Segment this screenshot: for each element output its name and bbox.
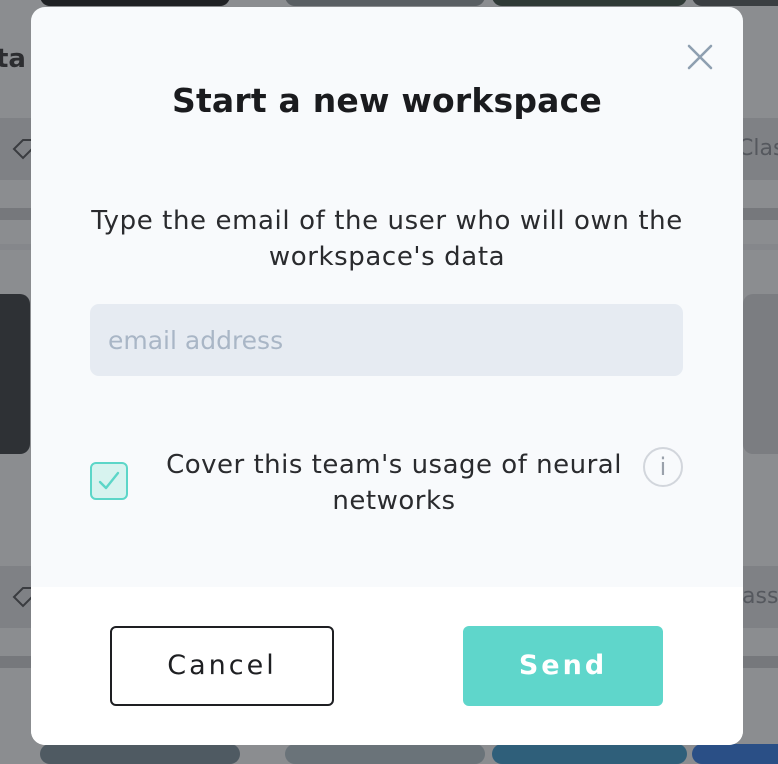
modal-title: Start a new workspace — [171, 81, 602, 120]
new-workspace-modal: Start a new workspace Type the email of … — [31, 7, 743, 745]
cover-usage-checkbox[interactable] — [90, 462, 128, 500]
background-image-tile — [40, 744, 240, 764]
checkbox-label: Cover this team's usage of neural networ… — [166, 450, 622, 516]
background-image-tile — [0, 294, 30, 454]
background-image-tile — [692, 744, 778, 764]
background-tag-label: Clas — [738, 136, 778, 161]
instruction-text: Type the email of the user who will own … — [91, 206, 683, 272]
background-image-tile — [743, 294, 778, 454]
close-icon[interactable] — [686, 43, 714, 71]
email-field[interactable] — [90, 304, 683, 376]
cancel-button[interactable]: Cancel — [110, 626, 334, 706]
background-image-tile — [492, 0, 687, 6]
info-icon[interactable]: i — [643, 447, 683, 487]
background-image-tile — [492, 744, 687, 764]
background-image-tile — [692, 0, 778, 6]
background-heading-fragment: ta — [0, 44, 26, 74]
send-button[interactable]: Send — [463, 626, 663, 706]
background-image-tile — [40, 0, 230, 6]
background-image-tile — [285, 744, 485, 764]
background-tag-label: ass — [742, 584, 778, 609]
background-image-tile — [285, 0, 485, 6]
checkmark-icon — [98, 471, 120, 490]
